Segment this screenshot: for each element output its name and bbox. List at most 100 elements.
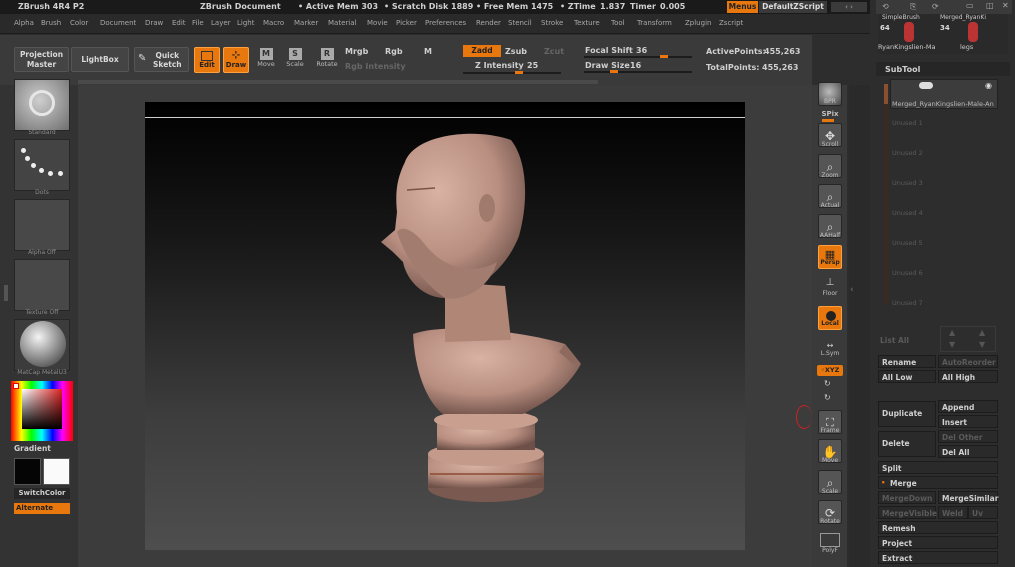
gradient-toggle[interactable]: Gradient — [14, 444, 51, 453]
switch-color-button[interactable]: SwitchColor — [14, 488, 70, 499]
menu-document[interactable]: Document — [100, 19, 136, 27]
mrgb-button[interactable]: Mrgb — [345, 47, 368, 56]
focal-shift-slider[interactable]: Focal Shift 36 — [584, 45, 694, 59]
move-down-icon[interactable]: ▼ — [949, 340, 955, 349]
copy-icon[interactable]: ⎘ — [910, 2, 916, 12]
move-up-alt-icon[interactable]: ▲ — [979, 328, 985, 337]
thumb3-name[interactable]: RyanKingslien-Ma — [878, 43, 935, 51]
menu-macro[interactable]: Macro — [263, 19, 284, 27]
subtool-active-item[interactable]: ◉ Merged_RyanKingslien-Male-An — [890, 79, 998, 109]
zcut-button[interactable]: Zcut — [544, 47, 564, 56]
menu-light[interactable]: Light — [237, 19, 254, 27]
merge-visible-button[interactable]: MergeVisible — [878, 506, 937, 519]
split-section[interactable]: Split — [878, 461, 998, 474]
close-icon[interactable]: ✕ — [1002, 1, 1009, 10]
menu-render[interactable]: Render — [476, 19, 501, 27]
menu-marker[interactable]: Marker — [294, 19, 318, 27]
document-canvas[interactable] — [145, 102, 745, 550]
color-picker-square[interactable] — [22, 389, 62, 429]
subtool-slot-2[interactable]: Unused 2 — [892, 149, 923, 157]
move-button[interactable]: M Move — [256, 48, 276, 68]
rotate-button[interactable]: R Rotate — [315, 48, 339, 68]
z-intensity-slider[interactable]: Z Intensity 25 — [463, 60, 563, 74]
menu-brush[interactable]: Brush — [41, 19, 61, 27]
move-up-icon[interactable]: ▲ — [949, 328, 955, 337]
merge-section[interactable]: • Merge — [878, 476, 998, 489]
merge-similar-button[interactable]: MergeSimilar — [938, 491, 998, 504]
del-other-button[interactable]: Del Other — [938, 430, 998, 443]
thumb2-figure-icon[interactable] — [968, 22, 978, 42]
list-all-button[interactable]: List All — [880, 336, 909, 345]
menu-zplugin[interactable]: Zplugin — [685, 19, 711, 27]
subtool-header[interactable]: SubTool — [876, 62, 1010, 76]
menus-button[interactable]: Menus — [727, 1, 758, 13]
lightbox-button[interactable]: LightBox — [71, 47, 129, 72]
redo-icon[interactable]: ⟳ — [932, 2, 939, 11]
zadd-button[interactable]: Zadd — [463, 45, 501, 57]
menu-stroke[interactable]: Stroke — [541, 19, 563, 27]
minimize-icon[interactable]: ▭ — [966, 1, 974, 10]
tray-arrow-icon[interactable]: ‹ — [850, 285, 854, 295]
brush-thumbnail[interactable] — [14, 79, 70, 131]
spix-slider[interactable]: SPix — [814, 110, 846, 118]
restore-icon[interactable]: ◫ — [986, 1, 994, 10]
thumb4-name[interactable]: legs — [960, 43, 973, 51]
subtool-slot-1[interactable]: Unused 1 — [892, 119, 923, 127]
main-color-swatch[interactable] — [14, 458, 41, 485]
draw-button[interactable]: ⊹ Draw — [223, 47, 249, 73]
alpha-thumbnail[interactable] — [14, 199, 70, 251]
xyz-button[interactable]: ◦XYZ — [817, 365, 843, 376]
menu-edit[interactable]: Edit — [172, 19, 186, 27]
material-thumbnail[interactable] — [14, 319, 70, 371]
floor-icon[interactable]: ⊥ — [822, 277, 838, 289]
menu-material[interactable]: Material — [328, 19, 356, 27]
insert-button[interactable]: Insert — [938, 415, 998, 428]
eye-icon[interactable]: ◉ — [985, 81, 992, 90]
default-zscript-button[interactable]: DefaultZScript — [759, 1, 827, 13]
quick-sketch-button[interactable]: ✎ Quick Sketch — [134, 47, 189, 72]
menu-transform[interactable]: Transform — [637, 19, 672, 27]
subtool-slot-4[interactable]: Unused 4 — [892, 209, 923, 217]
menu-zscript[interactable]: Zscript — [719, 19, 743, 27]
menu-color[interactable]: Color — [70, 19, 88, 27]
texture-thumbnail[interactable] — [14, 259, 70, 311]
visibility-toggle-icon[interactable] — [919, 82, 933, 89]
color-picker[interactable] — [11, 381, 73, 441]
stroke-thumbnail[interactable] — [14, 139, 70, 191]
auto-reorder-button[interactable]: AutoReorder — [938, 355, 998, 368]
subtool-slot-6[interactable]: Unused 6 — [892, 269, 923, 277]
weld-button[interactable]: Weld — [938, 506, 968, 519]
menu-picker[interactable]: Picker — [396, 19, 417, 27]
zsub-button[interactable]: Zsub — [505, 47, 527, 56]
rotate-y-icon[interactable]: ↻ — [824, 379, 831, 388]
lsym-icon[interactable]: ↔ — [822, 341, 838, 350]
delete-button[interactable]: Delete — [878, 431, 936, 457]
menu-texture[interactable]: Texture — [574, 19, 600, 27]
menu-tool[interactable]: Tool — [611, 19, 625, 27]
menu-movie[interactable]: Movie — [367, 19, 388, 27]
menu-draw[interactable]: Draw — [145, 19, 163, 27]
menu-alpha[interactable]: Alpha — [14, 19, 34, 27]
left-tray-handle[interactable] — [4, 285, 8, 301]
polyf-icon[interactable] — [820, 533, 840, 547]
rotate-z-icon[interactable]: ↻ — [824, 393, 831, 402]
uv-button[interactable]: Uv — [968, 506, 998, 519]
move-down-alt-icon[interactable]: ▼ — [979, 340, 985, 349]
menu-file[interactable]: File — [192, 19, 204, 27]
top-tray-divider[interactable] — [78, 80, 598, 84]
secondary-color-swatch[interactable] — [43, 458, 70, 485]
all-high-button[interactable]: All High — [938, 370, 998, 383]
m-button[interactable]: M — [424, 47, 432, 56]
subtool-slot-7[interactable]: Unused 7 — [892, 299, 923, 307]
menu-stencil[interactable]: Stencil — [508, 19, 532, 27]
all-low-button[interactable]: All Low — [878, 370, 936, 383]
subtool-slot-3[interactable]: Unused 3 — [892, 179, 923, 187]
extract-section[interactable]: Extract — [878, 551, 998, 564]
edit-button[interactable]: Edit — [194, 47, 220, 73]
remesh-section[interactable]: Remesh — [878, 521, 998, 534]
rename-button[interactable]: Rename — [878, 355, 936, 368]
tray-collapse-handle[interactable] — [796, 405, 812, 429]
duplicate-button[interactable]: Duplicate — [878, 401, 936, 427]
subtool-scrollbar[interactable] — [884, 84, 888, 304]
rgb-button[interactable]: Rgb — [385, 47, 403, 56]
